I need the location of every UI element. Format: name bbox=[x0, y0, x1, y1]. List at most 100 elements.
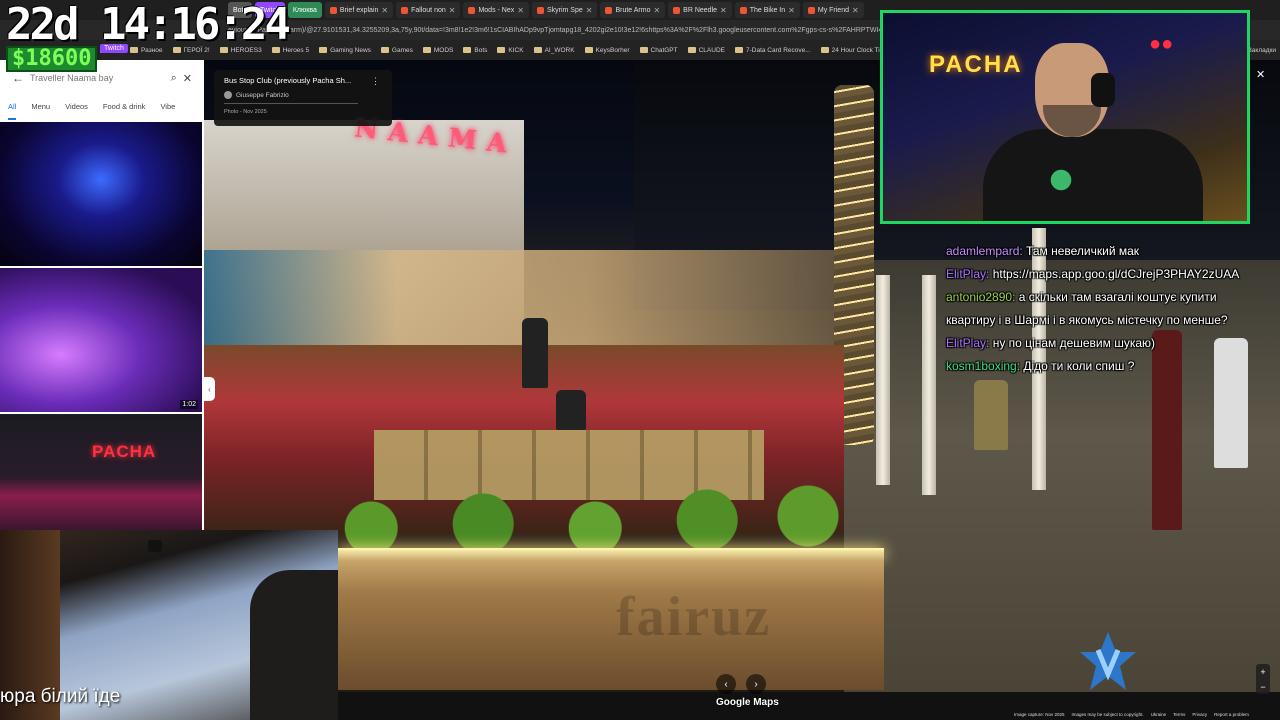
tab-close-icon[interactable]: ✕ bbox=[586, 6, 593, 15]
footer-link: Images may be subject to copyright. bbox=[1071, 712, 1144, 717]
tab-favicon-icon bbox=[673, 6, 681, 14]
bookmark-label: Games bbox=[391, 46, 413, 54]
author-name: Giuseppe Fabrizio bbox=[236, 91, 289, 99]
filter-tab-food-drink[interactable]: Food & drink bbox=[103, 102, 146, 120]
filter-tab-all[interactable]: All bbox=[8, 102, 17, 120]
tab-favicon-icon bbox=[468, 6, 476, 14]
chat-username: kosm1boxing: bbox=[946, 359, 1024, 373]
chat-username: antonio2890: bbox=[946, 290, 1019, 304]
bookmark-label: AI_WORK bbox=[544, 46, 575, 54]
more-options-icon[interactable]: ⋮ bbox=[371, 76, 380, 87]
next-arrow-icon[interactable]: › bbox=[746, 674, 766, 694]
bookmark-label: KICK bbox=[508, 46, 524, 54]
chat-text: а скільки там взагалі коштує купити bbox=[1018, 290, 1217, 304]
bookmark-item[interactable]: MODS bbox=[422, 46, 454, 54]
browser-tab[interactable]: Fallout non ✕ bbox=[396, 2, 461, 18]
zoom-in-button[interactable]: + bbox=[1260, 667, 1265, 677]
folder-icon bbox=[734, 47, 743, 53]
search-input[interactable]: Traveller Naama bay bbox=[30, 73, 165, 83]
tab-close-icon[interactable]: ✕ bbox=[381, 6, 388, 15]
folder-icon bbox=[319, 47, 328, 53]
tab-label: Brute Armo bbox=[615, 6, 651, 14]
close-icon[interactable]: ✕ bbox=[183, 72, 192, 85]
bookmark-item[interactable]: KeysBorher bbox=[584, 47, 630, 54]
fairuz-brand-text: fairuz bbox=[616, 586, 772, 648]
tab-close-icon[interactable]: ✕ bbox=[517, 6, 524, 15]
folder-icon bbox=[820, 47, 829, 53]
browser-tab[interactable]: Brief explain ✕ bbox=[324, 2, 394, 18]
photo-date: Photo - Nov 2025 bbox=[224, 109, 267, 115]
footer-link[interactable]: Ukraine bbox=[1151, 712, 1167, 717]
tab-favicon-icon bbox=[536, 6, 544, 14]
folder-icon bbox=[639, 47, 648, 53]
folder-icon bbox=[463, 47, 472, 53]
chat-username: adamlempard: bbox=[946, 244, 1027, 258]
filter-tab-vibe[interactable]: Vibe bbox=[160, 102, 175, 120]
folder-icon bbox=[584, 47, 593, 53]
bookmark-item[interactable]: Bots bbox=[463, 47, 487, 54]
browser-tab[interactable]: BR Needle ✕ bbox=[668, 2, 732, 18]
back-arrow-icon[interactable]: ← bbox=[12, 71, 24, 85]
footer-link[interactable]: Privacy bbox=[1192, 712, 1207, 717]
dashcam-icon bbox=[148, 540, 162, 552]
filter-tab-videos[interactable]: Videos bbox=[65, 102, 88, 120]
browser-tab[interactable]: Mods - Nex ✕ bbox=[463, 2, 529, 18]
bookmark-item[interactable]: CLAUDE bbox=[687, 46, 725, 54]
countdown-timer: 22d 14:16:24 bbox=[6, 0, 291, 50]
bookmark-label: MODS bbox=[433, 46, 454, 54]
browser-tab[interactable]: Клюква bbox=[287, 2, 322, 18]
person-sitting bbox=[974, 380, 1008, 450]
bookmark-item[interactable]: Gaming News bbox=[319, 47, 371, 54]
chat-overlay: adamlempard: Там невеличкий мак ElitPlay:… bbox=[946, 240, 1280, 378]
photo-thumbnail-club[interactable] bbox=[0, 122, 202, 266]
video-thumbnail[interactable]: 1:02 bbox=[0, 268, 202, 412]
pillar bbox=[922, 275, 936, 495]
url-text: eviously+Pacha+Sharm)/@27.9101531,34.325… bbox=[228, 26, 918, 34]
photo-thumbnail-pacha[interactable]: PACHA bbox=[0, 414, 202, 530]
tab-close-icon[interactable]: ✕ bbox=[720, 6, 727, 15]
folder-icon bbox=[687, 47, 696, 53]
avatar bbox=[224, 91, 232, 99]
all-bookmarks-link[interactable]: Закладки bbox=[1248, 47, 1280, 54]
footer-link[interactable]: Report a problem bbox=[1214, 712, 1249, 717]
folder-icon bbox=[422, 47, 431, 53]
place-title[interactable]: Bus Stop Club (previously Pacha Sh... bbox=[224, 76, 352, 85]
tab-close-icon[interactable]: ✕ bbox=[653, 6, 660, 15]
bookmark-item[interactable]: AI_WORK bbox=[533, 46, 575, 54]
photo-author[interactable]: Giuseppe Fabrizio bbox=[224, 91, 358, 104]
bookmark-item[interactable]: Games bbox=[380, 46, 413, 54]
filter-tab-menu[interactable]: Menu bbox=[31, 102, 50, 120]
bookmark-item[interactable]: 24 Hour Clock Tim bbox=[820, 47, 885, 54]
tab-favicon-icon bbox=[739, 6, 747, 14]
bookmark-item[interactable]: 7-Data Card Recove... bbox=[734, 47, 811, 54]
browser-tab[interactable]: Brute Armo ✕ bbox=[600, 2, 666, 18]
folder-icon bbox=[533, 47, 542, 53]
filter-tabs: All Menu Videos Food & drink Vibe bbox=[0, 102, 204, 120]
tab-close-icon[interactable]: ✕ bbox=[852, 6, 859, 15]
previous-arrow-icon[interactable]: ‹ bbox=[716, 674, 736, 694]
search-icon[interactable]: ⌕ bbox=[171, 72, 177, 85]
bookmark-item[interactable]: ChatGPT bbox=[639, 47, 678, 54]
browser-tab[interactable]: Skyrim Spe ✕ bbox=[531, 2, 598, 18]
tab-close-icon[interactable]: ✕ bbox=[449, 6, 456, 15]
close-street-view-icon[interactable]: ✕ bbox=[1256, 68, 1265, 81]
tab-label: My Friend bbox=[817, 6, 849, 14]
planter-box bbox=[338, 550, 884, 690]
tab-favicon-icon bbox=[807, 6, 815, 14]
tab-close-icon[interactable]: ✕ bbox=[788, 6, 795, 15]
chat-username: ElitPlay: bbox=[946, 336, 993, 350]
footer-link[interactable]: Terms bbox=[1173, 712, 1185, 717]
ukraine-star-logo-icon bbox=[1080, 632, 1136, 690]
browser-tab[interactable]: The Bike In ✕ bbox=[734, 2, 800, 18]
browser-tab[interactable]: My Friend ✕ bbox=[802, 2, 864, 18]
collapse-panel-button[interactable]: ‹ bbox=[204, 377, 215, 401]
bookmark-item[interactable]: KICK bbox=[497, 46, 524, 54]
bookmark-label: CLAUDE bbox=[698, 46, 725, 54]
tab-label: Mods - Nex bbox=[478, 6, 515, 14]
streamer-webcam: PACHA ●● bbox=[880, 10, 1250, 224]
tab-label: BR Needle bbox=[683, 6, 718, 14]
tab-label: Клюква bbox=[292, 6, 317, 14]
place-card[interactable]: Bus Stop Club (previously Pacha Sh... ⋮ … bbox=[214, 70, 392, 126]
folder-icon bbox=[380, 47, 389, 53]
zoom-out-button[interactable]: − bbox=[1260, 682, 1265, 692]
